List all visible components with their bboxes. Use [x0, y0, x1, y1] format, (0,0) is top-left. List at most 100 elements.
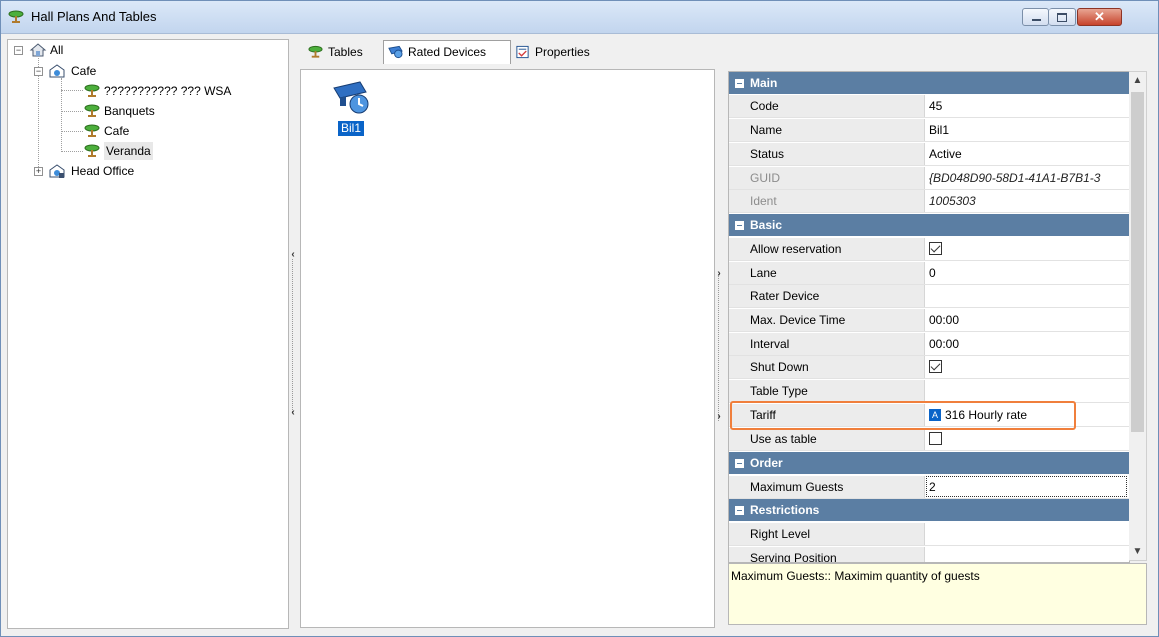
- tab-tables[interactable]: Tables: [304, 41, 383, 63]
- allow-reservation-checkbox[interactable]: [929, 242, 942, 256]
- right-splitter[interactable]: › ›: [715, 69, 723, 626]
- property-name: GUID: [729, 167, 925, 189]
- property-row-rater-device[interactable]: Rater Device: [729, 285, 1129, 308]
- property-name: Shut Down: [729, 356, 925, 378]
- property-name: Lane: [729, 262, 925, 284]
- hall-tree[interactable]: − All − Cafe ??????????? ??? WSA Banquet…: [7, 39, 289, 629]
- property-value[interactable]: 45: [926, 95, 1129, 117]
- tree-label: Head Office: [71, 164, 135, 178]
- property-value[interactable]: Bil1: [926, 119, 1129, 141]
- splitter-grip: [718, 274, 719, 421]
- property-name: Ident: [729, 190, 925, 212]
- maximize-button[interactable]: [1049, 8, 1076, 26]
- property-value: [926, 238, 1129, 260]
- tree-label: All: [50, 43, 64, 57]
- property-value[interactable]: Active: [926, 143, 1129, 165]
- collapse-left-icon[interactable]: ‹: [289, 249, 297, 260]
- tab-rated-devices[interactable]: Rated Devices: [383, 40, 511, 64]
- collapse-icon[interactable]: [735, 79, 744, 88]
- property-row-interval[interactable]: Interval 00:00: [729, 333, 1129, 356]
- property-row-use-as-table[interactable]: Use as table: [729, 428, 1129, 451]
- tree-line: [61, 131, 83, 132]
- category-order[interactable]: Order: [729, 452, 1129, 474]
- use-as-table-checkbox[interactable]: [929, 432, 942, 446]
- properties-icon: [516, 45, 529, 59]
- property-value[interactable]: [926, 380, 1129, 402]
- rated-devices-panel[interactable]: Bil1: [300, 69, 715, 628]
- category-label: Basic: [750, 218, 783, 232]
- property-value[interactable]: [926, 285, 1129, 307]
- hall-icon: [49, 64, 65, 78]
- property-name: Max. Device Time: [729, 309, 925, 331]
- category-label: Order: [750, 456, 783, 470]
- property-row-max-device-time[interactable]: Max. Device Time 00:00: [729, 309, 1129, 332]
- tree-line: [61, 151, 83, 152]
- maximize-icon: [1057, 13, 1067, 22]
- property-row-name[interactable]: Name Bil1: [729, 119, 1129, 142]
- collapse-icon[interactable]: −: [34, 67, 43, 76]
- collapse-left-icon[interactable]: ‹: [289, 407, 297, 418]
- device-bil1[interactable]: Bil1: [331, 78, 371, 136]
- property-value[interactable]: 2: [926, 476, 1129, 498]
- property-value[interactable]: 0: [926, 262, 1129, 284]
- property-grid-scrollbar[interactable]: ▲ ▼: [1129, 71, 1147, 561]
- expand-icon[interactable]: +: [34, 167, 43, 176]
- property-value[interactable]: [926, 523, 1129, 545]
- tab-label: Properties: [535, 45, 590, 59]
- minimize-button[interactable]: [1022, 8, 1049, 26]
- hall-plans-window: Hall Plans And Tables ✕ − All − Cafe ???…: [0, 0, 1159, 637]
- collapse-icon[interactable]: [735, 221, 744, 230]
- tab-properties[interactable]: Properties: [511, 41, 603, 63]
- collapse-right-icon[interactable]: ›: [715, 411, 723, 422]
- shut-down-checkbox[interactable]: [929, 360, 942, 374]
- tab-label: Rated Devices: [408, 45, 487, 59]
- property-row-lane[interactable]: Lane 0: [729, 262, 1129, 285]
- scroll-up-icon[interactable]: ▲: [1129, 72, 1146, 89]
- property-row-shut-down[interactable]: Shut Down: [729, 356, 1129, 379]
- property-row-allow-reservation[interactable]: Allow reservation: [729, 238, 1129, 261]
- property-name: Status: [729, 143, 925, 165]
- property-value: 1005303: [929, 194, 976, 208]
- category-basic[interactable]: Basic: [729, 214, 1129, 236]
- rated-device-icon: [388, 45, 403, 59]
- property-row-status[interactable]: Status Active: [729, 143, 1129, 166]
- tree-label: Cafe: [71, 64, 97, 78]
- property-value[interactable]: [926, 547, 1129, 562]
- property-value[interactable]: 00:00: [926, 333, 1129, 355]
- property-row-ident[interactable]: Ident 1005303: [729, 190, 1129, 213]
- property-name: Rater Device: [729, 285, 925, 307]
- tree-label: ??????????? ??? WSA: [104, 84, 232, 98]
- property-row-maximum-guests[interactable]: Maximum Guests 2: [729, 476, 1129, 499]
- property-row-guid[interactable]: GUID {BD048D90-58D1-41A1-B7B1-3: [729, 167, 1129, 190]
- title-bar[interactable]: Hall Plans And Tables ✕: [1, 1, 1158, 34]
- property-name: Maximum Guests: [729, 476, 925, 498]
- property-row-table-type[interactable]: Table Type: [729, 380, 1129, 403]
- property-value[interactable]: 00:00: [926, 309, 1129, 331]
- property-name: Table Type: [729, 380, 925, 402]
- table-icon: [8, 10, 24, 23]
- scroll-down-icon[interactable]: ▼: [1129, 543, 1146, 560]
- collapse-right-icon[interactable]: ›: [715, 268, 723, 279]
- collapse-icon[interactable]: [735, 506, 744, 515]
- collapse-icon[interactable]: [735, 459, 744, 468]
- scroll-thumb[interactable]: [1131, 92, 1144, 432]
- category-restrictions[interactable]: Restrictions: [729, 499, 1129, 521]
- collapse-icon[interactable]: −: [14, 46, 23, 55]
- left-splitter[interactable]: ‹ ‹: [289, 39, 297, 627]
- property-row-right-level[interactable]: Right Level: [729, 523, 1129, 546]
- table-icon: [84, 144, 100, 157]
- rated-device-icon: [333, 81, 369, 114]
- property-row-code[interactable]: Code 45: [729, 95, 1129, 118]
- property-name: Serving Position: [729, 547, 925, 562]
- tree-label: Banquets: [104, 104, 155, 118]
- close-button[interactable]: ✕: [1077, 8, 1122, 26]
- property-grid[interactable]: Main Code 45 Name Bil1 Status Active GUI…: [728, 71, 1130, 563]
- property-value: [926, 356, 1129, 378]
- category-main[interactable]: Main: [729, 72, 1129, 94]
- table-icon: [308, 45, 323, 58]
- property-name: Name: [729, 119, 925, 141]
- property-name: Allow reservation: [729, 238, 925, 260]
- property-row-serving-position[interactable]: Serving Position: [729, 547, 1129, 562]
- tree-label: Cafe: [104, 124, 130, 138]
- category-label: Main: [750, 76, 778, 90]
